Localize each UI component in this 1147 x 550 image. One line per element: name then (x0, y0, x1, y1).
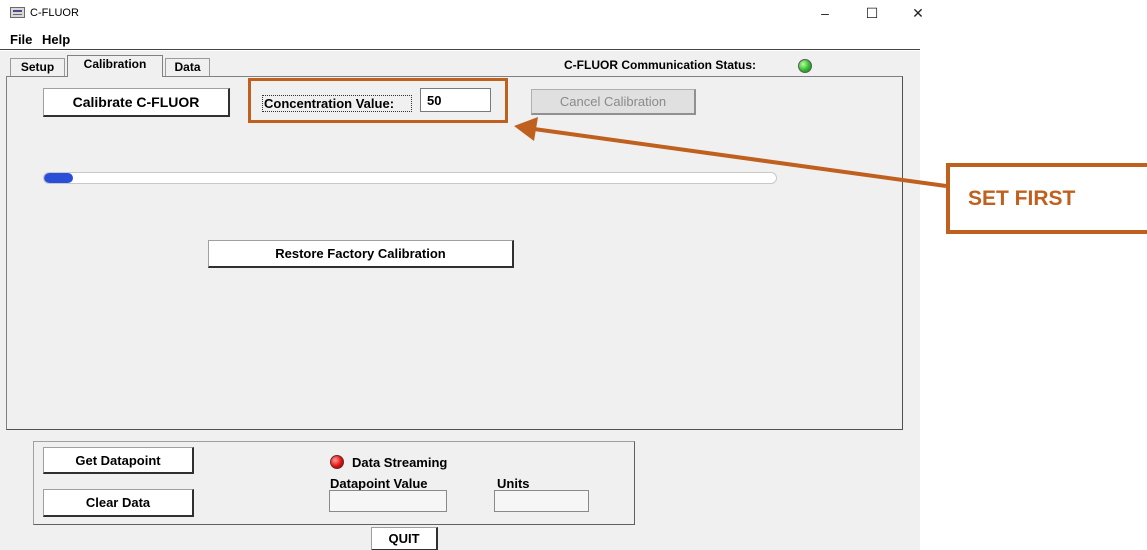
get-datapoint-button[interactable]: Get Datapoint (43, 447, 194, 474)
window-title: C-FLUOR (30, 7, 79, 19)
tab-setup[interactable]: Setup (10, 58, 65, 76)
concentration-label: Concentration Value: (262, 95, 412, 112)
menu-help[interactable]: Help (42, 32, 70, 47)
communication-status-label: C-FLUOR Communication Status: (564, 58, 756, 72)
data-streaming-led-icon (330, 455, 344, 469)
menu-file[interactable]: File (10, 32, 32, 47)
calibration-progress-bar (43, 172, 777, 184)
title-bar: C-FLUOR – ☐ ✕ (0, 0, 935, 28)
app-icon (10, 7, 25, 18)
tab-calibration[interactable]: Calibration (67, 55, 163, 77)
units-field[interactable] (494, 490, 589, 512)
datapoint-value-label: Datapoint Value (330, 476, 428, 491)
calibrate-button[interactable]: Calibrate C-FLUOR (43, 88, 230, 117)
app-window: C-FLUOR – ☐ ✕ File Help C-FLUOR Communic… (0, 0, 1147, 550)
progress-fill (44, 173, 74, 183)
clear-data-button[interactable]: Clear Data (43, 489, 194, 517)
tab-data[interactable]: Data (165, 58, 210, 76)
cancel-calibration-button[interactable]: Cancel Calibration (531, 89, 696, 115)
status-led-icon (798, 59, 812, 73)
annotation-label-box: SET FIRST (946, 163, 1147, 234)
annotation-text: SET FIRST (968, 187, 1076, 210)
units-label: Units (497, 476, 530, 491)
close-button[interactable]: ✕ (903, 3, 933, 23)
restore-factory-calibration-button[interactable]: Restore Factory Calibration (208, 240, 514, 268)
datapoint-value-field[interactable] (329, 490, 447, 512)
maximize-button[interactable]: ☐ (857, 3, 887, 23)
minimize-button[interactable]: – (810, 3, 840, 23)
concentration-input[interactable] (420, 88, 491, 112)
data-streaming-label: Data Streaming (352, 455, 448, 470)
menu-bar: File Help (0, 30, 920, 50)
quit-button[interactable]: QUIT (371, 527, 438, 550)
